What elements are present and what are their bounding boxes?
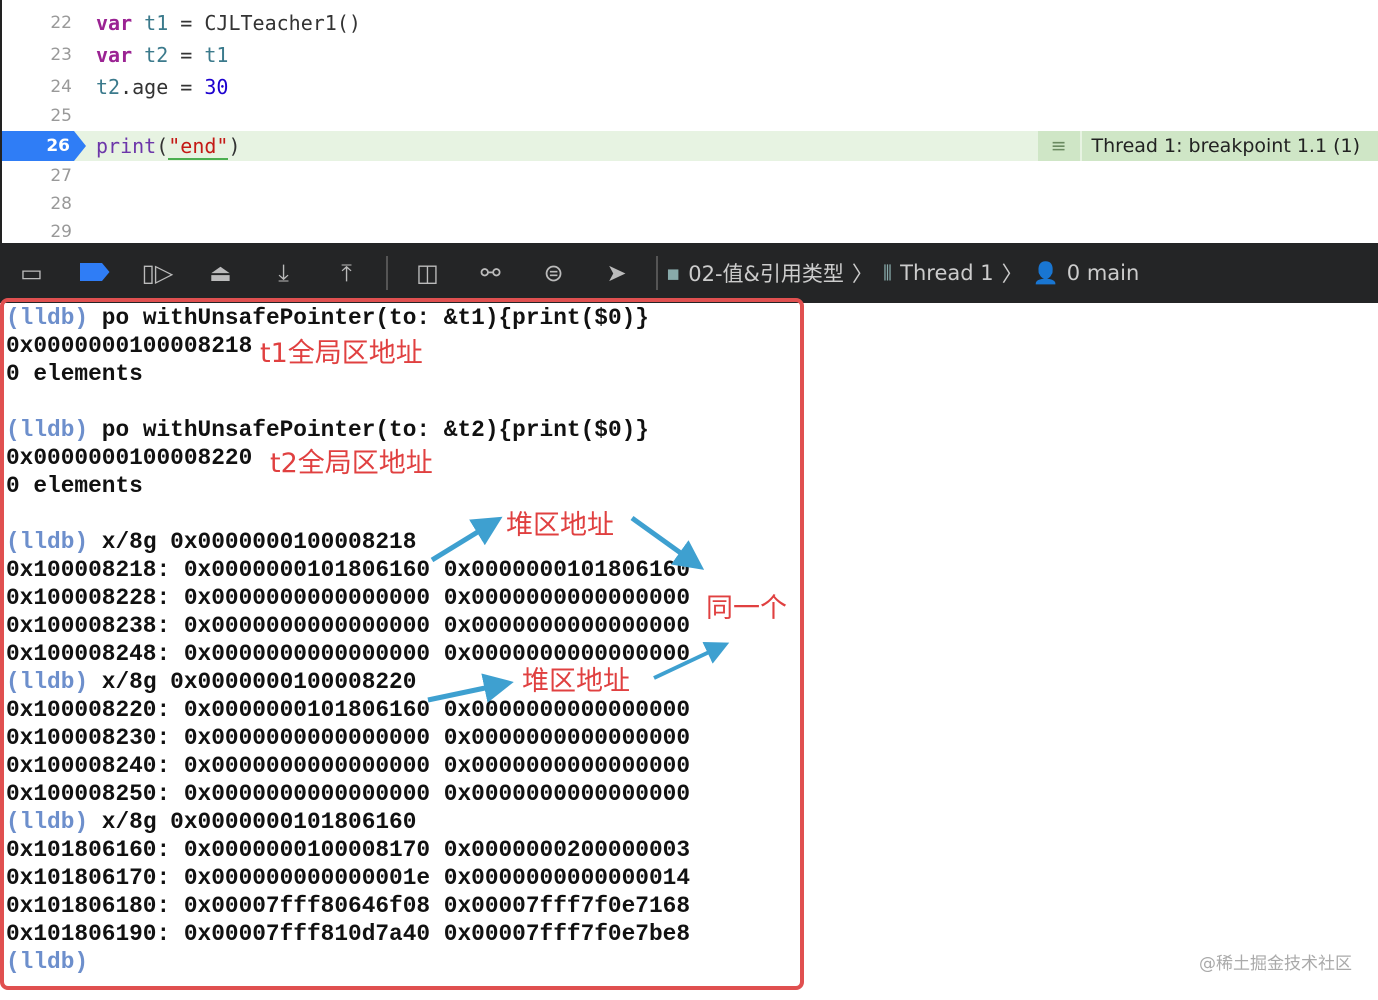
arrow-icon <box>430 516 503 563</box>
arrow-icon <box>653 641 730 680</box>
arrow-icon <box>630 515 705 570</box>
arrow-icon <box>427 673 514 703</box>
annotation-arrows <box>427 515 730 703</box>
watermark: @稀土掘金技术社区 <box>1199 954 1352 974</box>
